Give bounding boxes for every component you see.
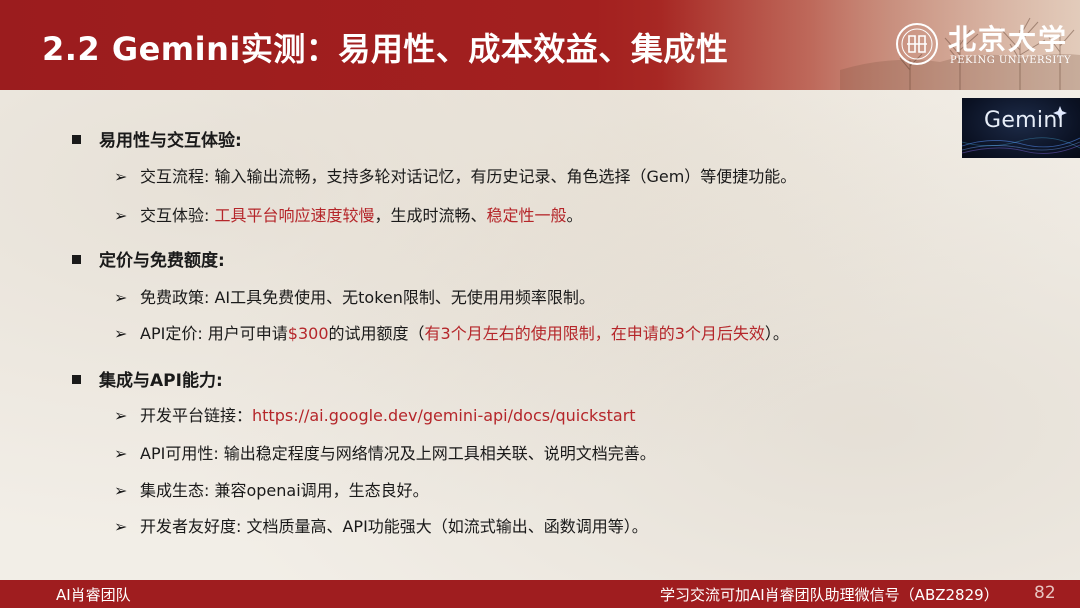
developer-platform-link[interactable]: https://ai.google.dev/gemini-api/docs/qu… — [252, 406, 636, 425]
section-heading-pricing: 定价与免费额度: — [72, 246, 225, 271]
bullet-item: ➢ 交互体验: 工具平台响应速度较慢，生成时流畅、稳定性一般。 — [114, 206, 583, 225]
arrow-bullet-icon: ➢ — [114, 444, 128, 463]
arrow-bullet-icon: ➢ — [114, 288, 128, 307]
page-number: 82 — [1034, 583, 1056, 603]
arrow-bullet-icon: ➢ — [114, 167, 128, 186]
arrow-bullet-icon: ➢ — [114, 206, 128, 225]
bullet-item: ➢ API定价: 用户可申请$300的试用额度（有3个月左右的使用限制，在申请的3… — [114, 324, 789, 343]
arrow-bullet-icon: ➢ — [114, 517, 128, 536]
bullet-item: ➢ 免费政策: AI工具免费使用、无token限制、无使用用频率限制。 — [114, 288, 595, 307]
square-bullet-icon — [72, 374, 81, 384]
footer-team-name: AI肖睿团队 — [56, 586, 131, 604]
square-bullet-icon — [72, 134, 81, 144]
arrow-bullet-icon: ➢ — [114, 324, 128, 343]
arrow-bullet-icon: ➢ — [114, 481, 128, 500]
footer-bar: AI肖睿团队 学习交流可加AI肖睿团队助理微信号（ABZ2829） 82 — [0, 580, 1080, 608]
footer-contact: 学习交流可加AI肖睿团队助理微信号（ABZ2829） — [660, 586, 999, 604]
arrow-bullet-icon: ➢ — [114, 406, 128, 425]
bullet-item: ➢ API可用性: 输出稳定程度与网络情况及上网工具相关联、说明文档完善。 — [114, 444, 656, 463]
slide-content: 易用性与交互体验: ➢ 交互流程: 输入输出流畅，支持多轮对话记忆，有历史记录、角… — [0, 0, 1080, 608]
square-bullet-icon — [72, 254, 81, 264]
bullet-item: ➢ 集成生态: 兼容openai调用，生态良好。 — [114, 481, 429, 500]
section-heading-integration: 集成与API能力: — [72, 366, 223, 391]
section-heading-usability: 易用性与交互体验: — [72, 126, 242, 151]
bullet-item: ➢ 开发平台链接：https://ai.google.dev/gemini-api… — [114, 406, 636, 425]
bullet-item: ➢ 开发者友好度: 文档质量高、API功能强大（如流式输出、函数调用等）。 — [114, 517, 648, 536]
bullet-item: ➢ 交互流程: 输入输出流畅，支持多轮对话记忆，有历史记录、角色选择（Gem）等便… — [114, 167, 797, 186]
